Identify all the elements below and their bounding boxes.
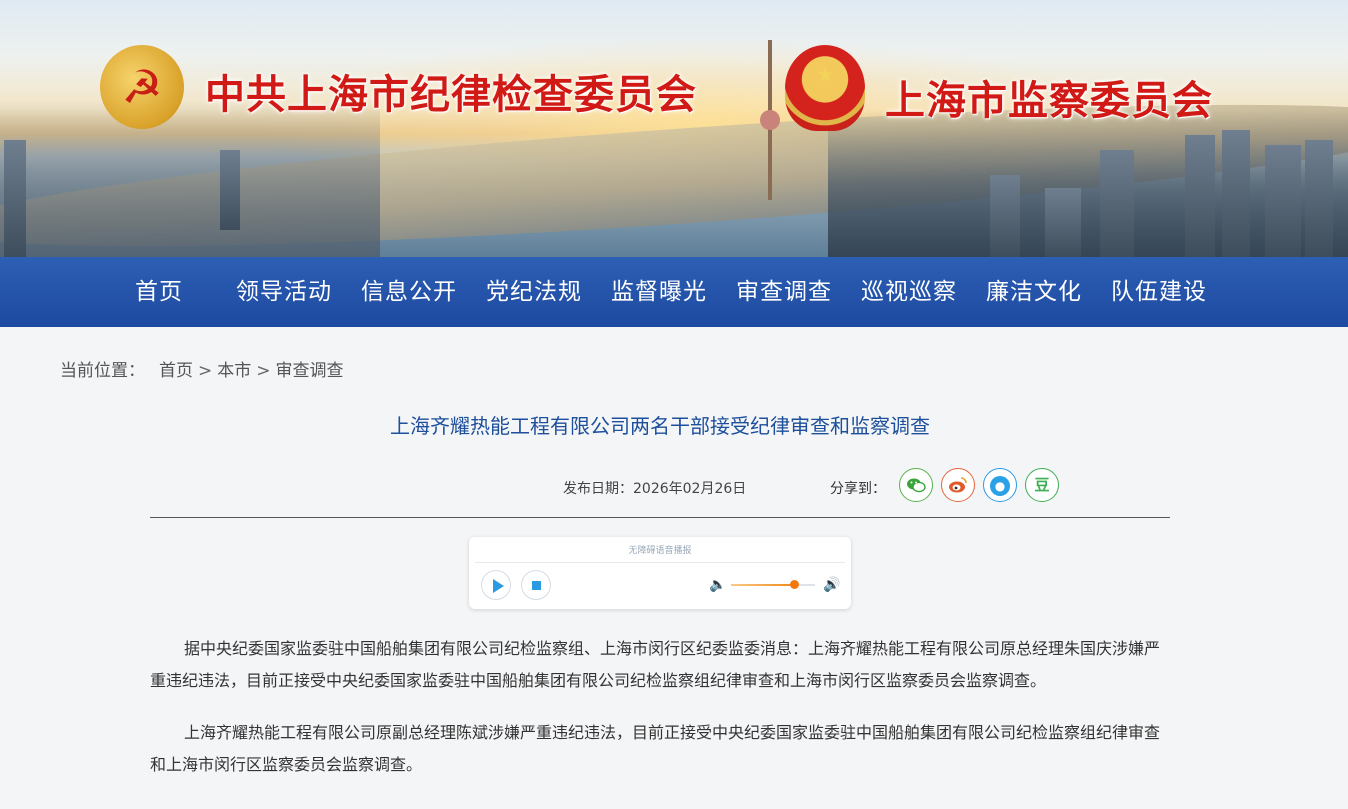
party-emblem-icon: ☭ [100,45,184,129]
article-paragraph: 据中央纪委国家监委驻中国船舶集团有限公司纪检监察组、上海市闵行区纪委监委消息：上… [150,639,1161,690]
wechat-icon[interactable] [899,468,933,502]
player-caption: 无障碍语音播报 [628,546,692,556]
breadcrumb-item-investigation[interactable]: 审查调查 [276,356,344,381]
breadcrumb-separator: > [256,361,271,381]
nav-item-inspection[interactable]: 巡视巡察 [861,257,957,327]
volume-high-icon[interactable]: 🔊 [823,577,840,593]
nav-item-integrity-culture[interactable]: 廉洁文化 [986,257,1082,327]
breadcrumb-item-home[interactable]: 首页 [159,356,193,381]
banner-building [220,150,240,230]
nav-item-investigation[interactable]: 审查调查 [736,257,832,327]
douban-icon[interactable]: 豆 [1025,468,1059,502]
share-label: 分享到： [830,481,886,497]
player-divider [475,562,845,563]
breadcrumb-item-city[interactable]: 本市 [217,356,251,381]
breadcrumb-label: 当前位置： [60,361,145,381]
banner-tv-tower-sphere [760,110,780,130]
national-emblem-icon: ★ [785,45,865,131]
nav-item-regulations[interactable]: 党纪法规 [486,257,582,327]
volume-slider[interactable] [731,580,815,589]
nav-item-home[interactable]: 首页 [135,257,183,327]
breadcrumb-separator: > [198,361,213,381]
banner-building [1185,135,1215,257]
play-button[interactable] [481,570,511,600]
cpc-commission-title: 中共上海市纪律检查委员会 [205,71,697,118]
audio-player: 无障碍语音播报 🔈 🔊 [469,537,851,609]
qq-glyph: ● [990,476,1010,496]
article-paragraph: 上海齐耀热能工程有限公司原副总经理陈斌涉嫌严重违纪违法，目前正接受中央纪委国家监… [150,723,1161,774]
banner-building [990,175,1020,257]
header-banner: ☭ 中共上海市纪律检查委员会 ★ 上海市监察委员会 [0,0,1348,257]
banner-building [1100,150,1134,257]
nav-item-team-building[interactable]: 队伍建设 [1111,257,1207,327]
nav-item-exposure[interactable]: 监督曝光 [611,257,707,327]
stop-button[interactable] [521,570,551,600]
banner-building [1305,140,1333,257]
weibo-icon[interactable] [941,468,975,502]
banner-building [1045,188,1081,257]
volume-low-icon[interactable]: 🔈 [709,577,726,593]
volume-fill [731,584,794,586]
breadcrumb: 当前位置： 首页 > 本市 > 审查调查 [60,356,344,381]
main-nav: 首页 领导活动 信息公开 党纪法规 监督曝光 审查调查 巡视巡察 廉洁文化 队伍… [0,257,1348,327]
nav-item-leadership[interactable]: 领导活动 [236,257,332,327]
publish-label: 发布日期： [563,481,633,497]
banner-building [1222,130,1250,257]
supervision-commission-title: 上海市监察委员会 [885,77,1213,124]
qq-icon[interactable]: ● [983,468,1017,502]
nav-item-disclosure[interactable]: 信息公开 [361,257,457,327]
publish-info: 发布日期：2026年02月26日 [563,478,746,498]
header-divider [150,517,1170,518]
article-title: 上海齐耀热能工程有限公司两名干部接受纪律审查和监察调查 [390,414,930,438]
banner-building [4,140,26,257]
banner-building [1265,145,1301,257]
banner-city-left [0,100,380,257]
volume-knob[interactable] [790,580,799,589]
publish-date: 2026年02月26日 [633,481,747,497]
